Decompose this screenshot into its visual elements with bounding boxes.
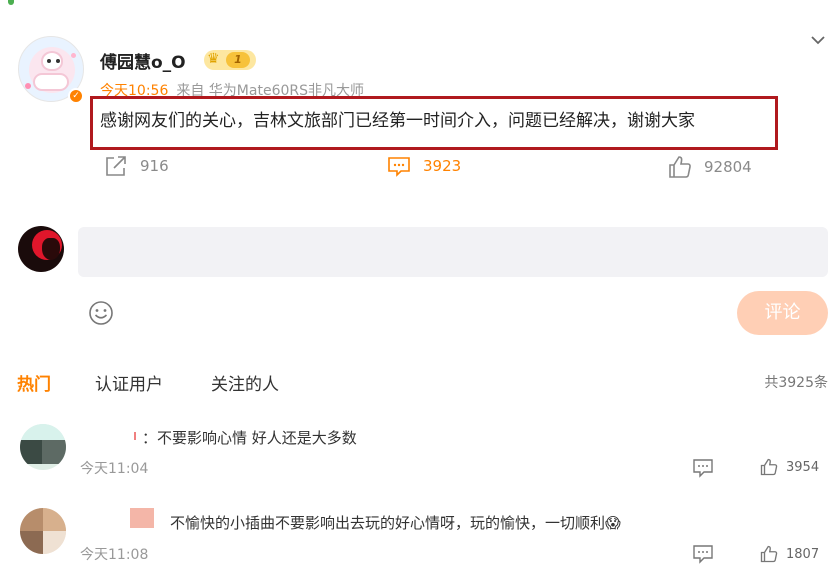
comment-like-count: 1807 — [786, 546, 820, 562]
chevron-down-icon[interactable] — [808, 30, 828, 50]
comment-like-count: 3954 — [786, 459, 820, 475]
like-count: 92804 — [704, 158, 752, 176]
share-icon — [106, 156, 126, 176]
commenter-name-fragment — [130, 508, 154, 528]
crown-icon: ♛ — [207, 51, 220, 67]
current-user-avatar[interactable] — [18, 226, 64, 272]
verified-icon: ✓ — [68, 88, 84, 104]
user-level-badge[interactable]: ♛ 1 — [204, 50, 256, 70]
tab-following[interactable]: 关注的人 — [211, 370, 279, 395]
comment-text: ：不要影响心情 好人还是大多数 — [142, 429, 357, 447]
comment-like-button[interactable]: 1807 — [760, 545, 819, 563]
reply-icon[interactable] — [692, 544, 714, 564]
share-count: 916 — [140, 157, 169, 175]
commenter-name-fragment — [134, 432, 136, 440]
top-indicator — [8, 0, 14, 5]
emoji-icon[interactable] — [88, 300, 114, 326]
comment-like-button[interactable]: 3954 — [760, 458, 819, 476]
level-number: 1 — [226, 52, 250, 68]
comment-total: 共3925条 — [764, 375, 828, 391]
comment-time: 今天11:04 — [80, 461, 149, 477]
tab-verified-users[interactable]: 认证用户 — [95, 370, 163, 395]
commenter-avatar[interactable] — [20, 508, 66, 554]
submit-comment-button[interactable]: 评论 — [737, 291, 828, 335]
like-icon — [669, 156, 691, 178]
comment-button[interactable]: 3923 — [387, 155, 461, 177]
tab-hot[interactable]: 热门 — [17, 370, 51, 395]
commenter-avatar[interactable] — [20, 424, 66, 470]
like-icon — [760, 545, 778, 563]
post-text: 感谢网友们的关心，吉林文旅部门已经第一时间介入，问题已经解决，谢谢大家 — [100, 111, 695, 131]
share-button[interactable]: 916 — [104, 155, 169, 177]
comment-time: 今天11:08 — [80, 547, 149, 563]
comment-icon — [388, 157, 410, 177]
reply-icon[interactable] — [692, 458, 714, 478]
like-icon — [760, 458, 778, 476]
comment-input[interactable] — [78, 227, 828, 277]
comment-text: 不愉快的小插曲不要影响出去玩的好心情呀，玩的愉快，一切顺利😱 — [170, 514, 621, 532]
post-author-name[interactable]: 傅园慧o_O — [100, 48, 186, 73]
comment-count: 3923 — [423, 157, 462, 175]
like-button[interactable]: 92804 — [668, 155, 752, 179]
